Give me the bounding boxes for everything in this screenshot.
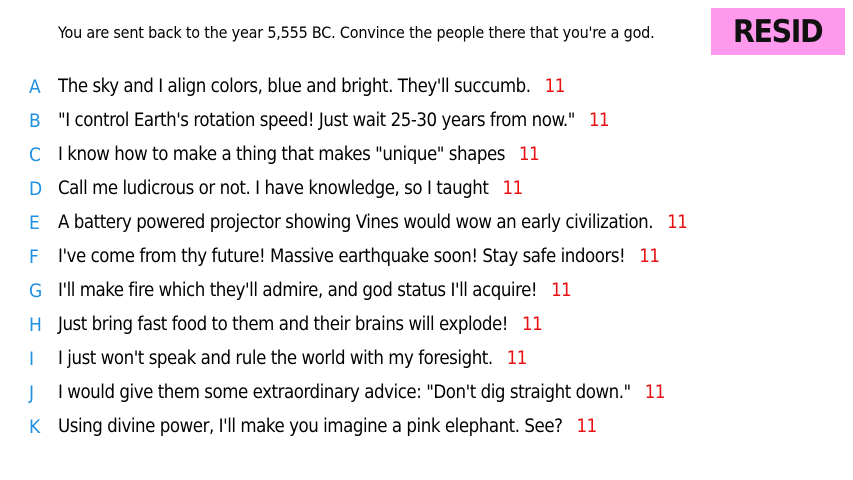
answer-letter: I bbox=[29, 348, 35, 370]
answer-text-content: I just won't speak and rule the world wi… bbox=[58, 348, 493, 369]
answer-row: H Just bring fast food to them and their… bbox=[0, 308, 853, 342]
answer-row: E A battery powered projector showing Vi… bbox=[0, 206, 853, 240]
answer-letter: D bbox=[29, 178, 43, 200]
answer-text-content: A battery powered projector showing Vine… bbox=[58, 212, 654, 233]
answer-row: B "I control Earth's rotation speed! Jus… bbox=[0, 104, 853, 138]
answer-text-content: Call me ludicrous or not. I have knowled… bbox=[58, 178, 489, 199]
answer-score: 11 bbox=[518, 144, 540, 165]
answer-score: 11 bbox=[502, 178, 523, 199]
answer-letter: E bbox=[29, 212, 40, 234]
answer-score: 11 bbox=[639, 246, 660, 267]
answer-letter: B bbox=[29, 110, 41, 132]
answer-text: I just won't speak and rule the world wi… bbox=[58, 342, 527, 376]
answer-text-content: I know how to make a thing that makes "u… bbox=[58, 144, 505, 165]
answer-letter: G bbox=[29, 280, 43, 302]
answer-text: I know how to make a thing that makes "u… bbox=[58, 138, 540, 172]
answer-text-content: Just bring fast food to them and their b… bbox=[58, 314, 509, 335]
answer-text-content: The sky and I align colors, blue and bri… bbox=[58, 76, 531, 97]
answer-score: 11 bbox=[506, 348, 528, 369]
answer-text: Using divine power, I'll make you imagin… bbox=[58, 410, 597, 444]
answer-letter: F bbox=[29, 246, 39, 268]
answer-text: I would give them some extraordinary adv… bbox=[58, 376, 665, 410]
answer-score: 11 bbox=[522, 314, 543, 335]
answer-score: 11 bbox=[551, 280, 572, 301]
answer-text: Call me ludicrous or not. I have knowled… bbox=[58, 172, 523, 206]
answer-score: 11 bbox=[576, 416, 598, 437]
answer-letter: C bbox=[29, 144, 41, 166]
answer-text: Just bring fast food to them and their b… bbox=[58, 308, 543, 342]
answer-text: The sky and I align colors, blue and bri… bbox=[58, 70, 565, 104]
answer-text-content: Using divine power, I'll make you imagin… bbox=[58, 416, 563, 437]
answer-text: I've come from thy future! Massive earth… bbox=[58, 240, 660, 274]
answer-score: 11 bbox=[588, 110, 610, 131]
answer-letter: J bbox=[29, 382, 35, 404]
answer-row: G I'll make fire which they'll admire, a… bbox=[0, 274, 853, 308]
answer-row: F I've come from thy future! Massive ear… bbox=[0, 240, 853, 274]
resid-badge: RESID bbox=[711, 8, 845, 55]
resid-badge-label: RESID bbox=[733, 13, 824, 50]
answer-row: I I just won't speak and rule the world … bbox=[0, 342, 853, 376]
answer-row: A The sky and I align colors, blue and b… bbox=[0, 70, 853, 104]
answer-letter: A bbox=[29, 76, 41, 98]
answer-row: J I would give them some extraordinary a… bbox=[0, 376, 853, 410]
answer-text-content: I've come from thy future! Massive earth… bbox=[58, 246, 626, 267]
answer-text: I'll make fire which they'll admire, and… bbox=[58, 274, 572, 308]
answer-row: K Using divine power, I'll make you imag… bbox=[0, 410, 853, 444]
answer-row: C I know how to make a thing that makes … bbox=[0, 138, 853, 172]
answer-letter: H bbox=[29, 314, 42, 336]
answer-text: A battery powered projector showing Vine… bbox=[58, 206, 688, 240]
answer-score: 11 bbox=[644, 382, 666, 403]
answer-letter: K bbox=[29, 416, 41, 438]
answer-score: 11 bbox=[544, 76, 566, 97]
answer-row: D Call me ludicrous or not. I have knowl… bbox=[0, 172, 853, 206]
answer-score: 11 bbox=[667, 212, 688, 233]
prompt-text: You are sent back to the year 5,555 BC. … bbox=[58, 23, 655, 42]
answer-text-content: "I control Earth's rotation speed! Just … bbox=[58, 110, 575, 131]
answer-text: "I control Earth's rotation speed! Just … bbox=[58, 104, 610, 138]
answer-text-content: I would give them some extraordinary adv… bbox=[58, 382, 631, 403]
answer-text-content: I'll make fire which they'll admire, and… bbox=[58, 280, 538, 301]
